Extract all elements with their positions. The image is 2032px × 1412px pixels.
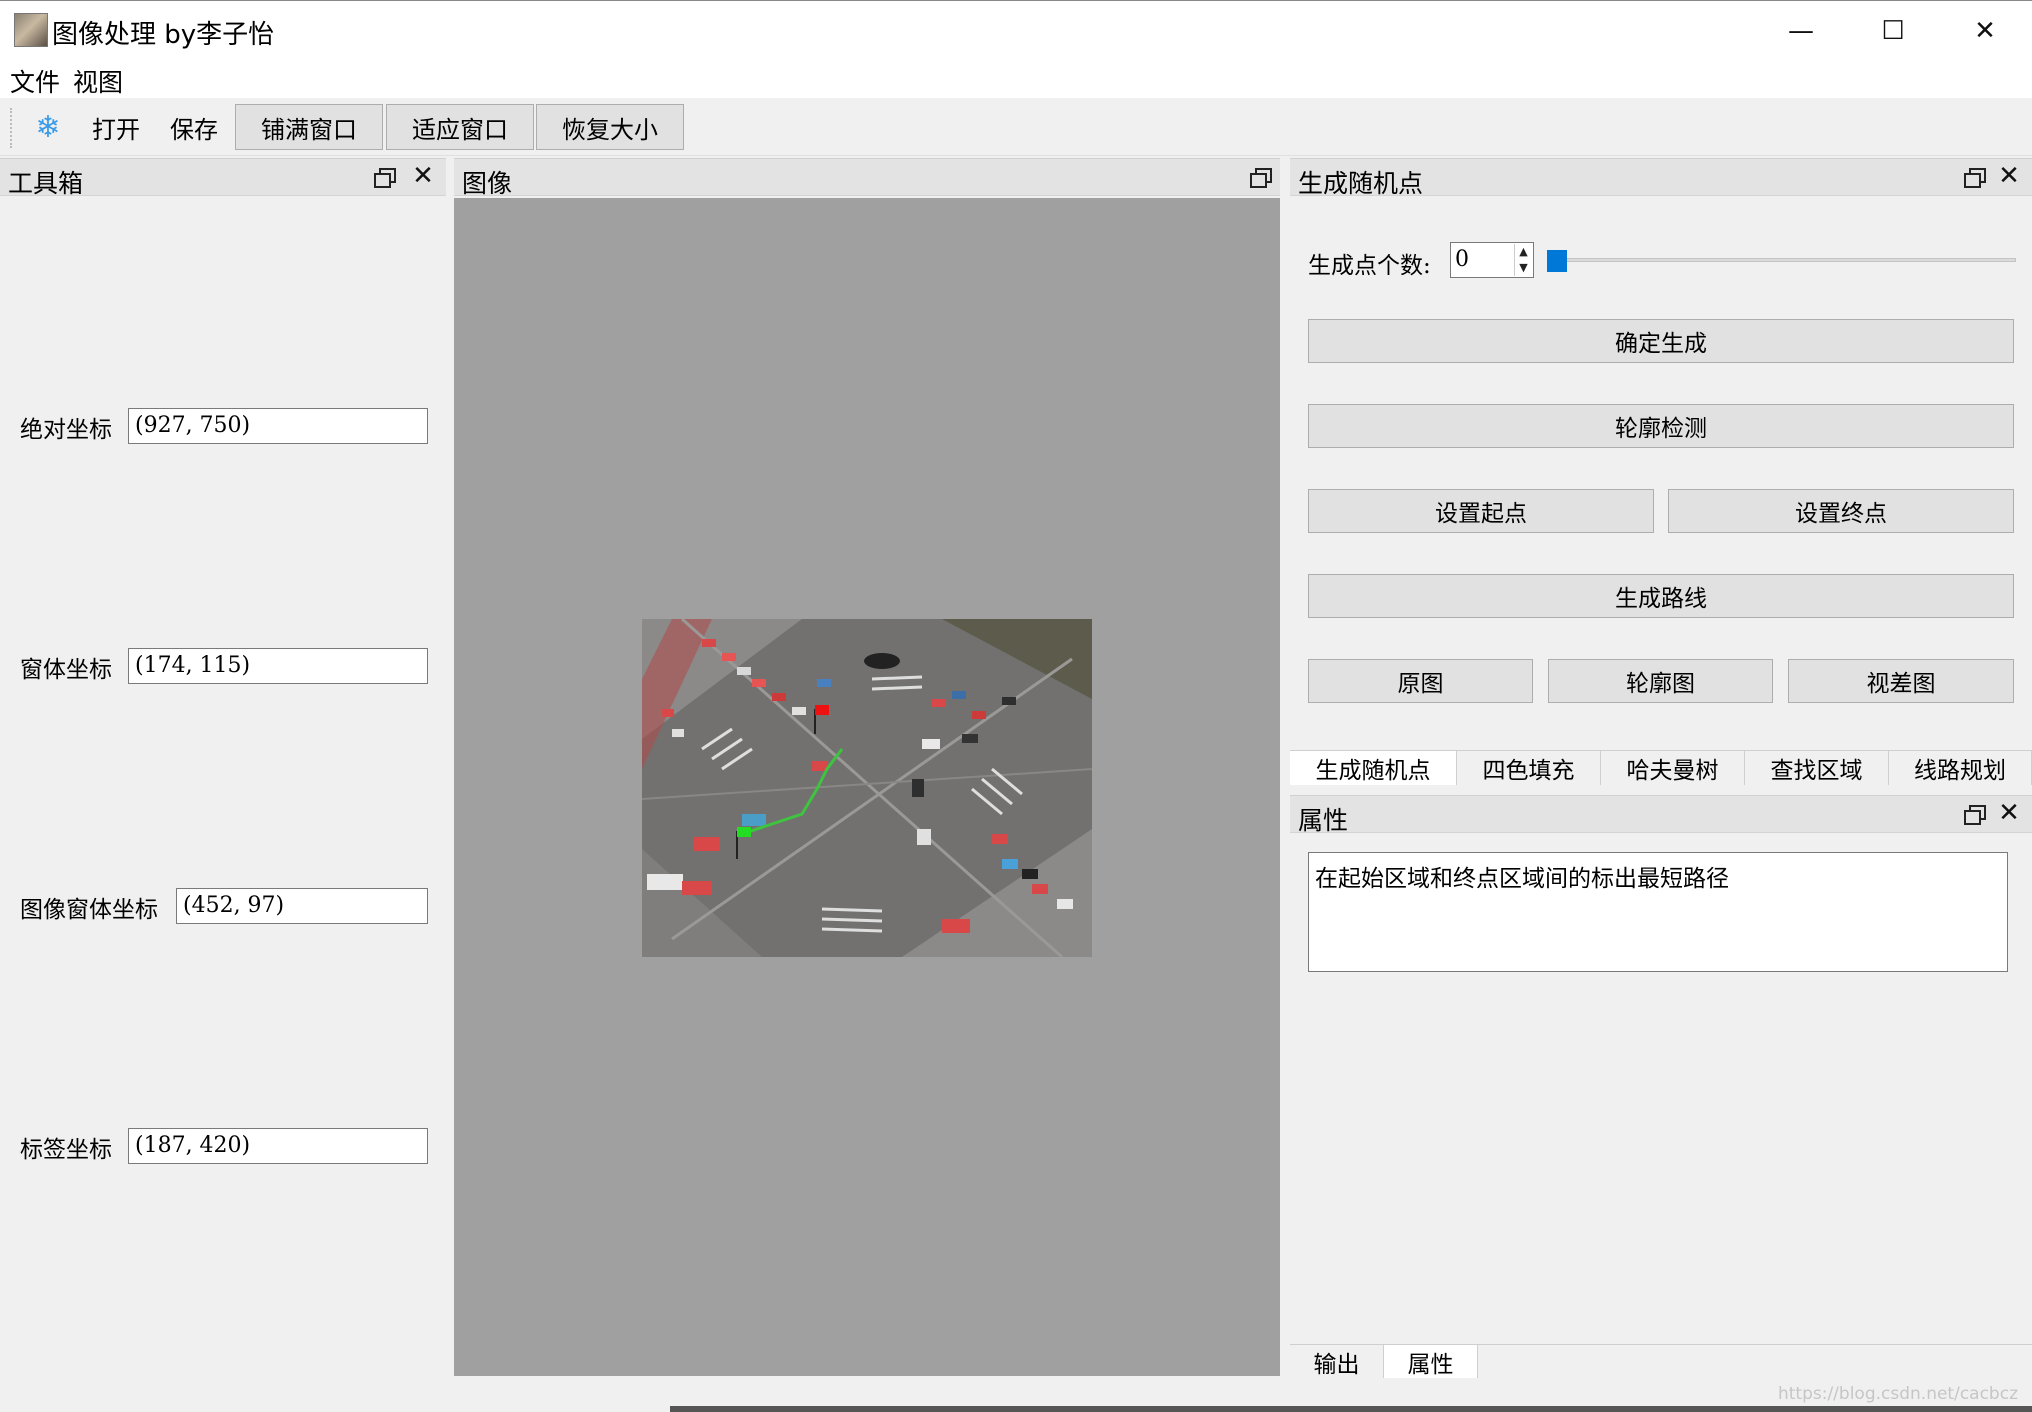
image-titlebar[interactable]: 图像: [454, 158, 1280, 198]
point-count-spinbox[interactable]: 0 ▲ ▼: [1450, 242, 1534, 278]
tab-route-planning[interactable]: 线路规划: [1889, 751, 2032, 785]
bottom-tabs: 输出 属性: [1290, 1344, 2032, 1379]
close-icon[interactable]: ✕: [1996, 161, 2022, 191]
window-coord-label: 窗体坐标: [20, 657, 112, 683]
absolute-coord-label: 绝对坐标: [20, 417, 112, 443]
function-tabs: 生成随机点 四色填充 哈夫曼树 查找区域 线路规划: [1290, 750, 2032, 785]
tab-random-points[interactable]: 生成随机点: [1290, 751, 1457, 785]
image-window-coord-label: 图像窗体坐标: [20, 897, 158, 923]
tab-output[interactable]: 输出: [1290, 1345, 1384, 1379]
point-count-slider[interactable]: [1556, 258, 2016, 262]
contour-detect-button[interactable]: 轮廓检测: [1308, 404, 2014, 448]
properties-title: 属性: [1298, 806, 1349, 835]
properties-dock: 属性 ✕: [1290, 795, 2032, 835]
absolute-coord-field[interactable]: (927, 750): [128, 408, 428, 444]
window-coord-field[interactable]: (174, 115): [128, 648, 428, 684]
save-button[interactable]: 保存: [162, 104, 226, 150]
float-icon[interactable]: [1248, 165, 1272, 189]
label-coord-label: 标签坐标: [20, 1137, 112, 1163]
point-count-label: 生成点个数:: [1308, 253, 1431, 279]
close-icon[interactable]: ✕: [1996, 798, 2022, 828]
app-window: 图像处理 by李子怡 — ☐ ✕ 文件 视图 ❄ 打开 保存 铺满窗口 适应窗口…: [0, 0, 2032, 1412]
close-icon[interactable]: ✕: [410, 161, 436, 191]
close-window-button[interactable]: ✕: [1940, 5, 2030, 57]
properties-titlebar[interactable]: 属性 ✕: [1290, 795, 2032, 835]
float-icon[interactable]: [372, 165, 396, 189]
photo-graphic: [642, 619, 1092, 957]
snowflake-icon[interactable]: ❄: [30, 110, 66, 146]
tab-find-region[interactable]: 查找区域: [1745, 751, 1889, 785]
maximize-button[interactable]: ☐: [1848, 5, 1938, 57]
disparity-image-button[interactable]: 视差图: [1788, 659, 2014, 703]
random-points-titlebar[interactable]: 生成随机点 ✕: [1290, 158, 2032, 198]
fill-window-button[interactable]: 铺满窗口: [235, 104, 383, 150]
toolbar-grip[interactable]: [10, 108, 14, 148]
float-icon[interactable]: [1962, 165, 1986, 189]
float-icon[interactable]: [1962, 802, 1986, 826]
tab-four-color[interactable]: 四色填充: [1457, 751, 1601, 785]
app-icon: [14, 13, 48, 47]
intersection-photo[interactable]: [642, 619, 1092, 957]
window-title: 图像处理 by李子怡: [52, 20, 275, 50]
menu-file[interactable]: 文件: [10, 63, 60, 99]
open-button[interactable]: 打开: [84, 104, 148, 150]
toolbox-titlebar[interactable]: 工具箱 ✕: [0, 158, 446, 198]
fit-window-button[interactable]: 适应窗口: [386, 104, 534, 150]
title-bar: 图像处理 by李子怡 — ☐ ✕: [0, 0, 2032, 60]
generate-route-button[interactable]: 生成路线: [1308, 574, 2014, 618]
label-coord-field[interactable]: (187, 420): [128, 1128, 428, 1164]
properties-description[interactable]: 在起始区域和终点区域间的标出最短路径: [1308, 852, 2008, 972]
contour-image-button[interactable]: 轮廓图: [1548, 659, 1773, 703]
confirm-generate-button[interactable]: 确定生成: [1308, 319, 2014, 363]
spin-down-icon[interactable]: ▼: [1514, 260, 1532, 276]
status-divider: [670, 1406, 2032, 1412]
menu-bar: 文件 视图: [0, 60, 2032, 98]
slider-handle[interactable]: [1547, 250, 1567, 272]
point-count-value: 0: [1455, 247, 1469, 272]
toolbar: ❄ 打开 保存 铺满窗口 适应窗口 恢复大小: [0, 98, 2032, 156]
tab-properties[interactable]: 属性: [1384, 1345, 1478, 1379]
toolbox-dock: 工具箱 ✕: [0, 158, 446, 1378]
random-points-title: 生成随机点: [1298, 169, 1424, 198]
set-end-button[interactable]: 设置终点: [1668, 489, 2014, 533]
spin-up-icon[interactable]: ▲: [1514, 244, 1532, 260]
toolbox-title: 工具箱: [8, 169, 84, 198]
watermark-text: https://blog.csdn.net/cacbcz: [1777, 1384, 2018, 1404]
image-window-coord-field[interactable]: (452, 97): [176, 888, 428, 924]
image-panel-title: 图像: [462, 169, 513, 198]
original-image-button[interactable]: 原图: [1308, 659, 1533, 703]
set-start-button[interactable]: 设置起点: [1308, 489, 1654, 533]
minimize-button[interactable]: —: [1756, 5, 1846, 57]
restore-size-button[interactable]: 恢复大小: [536, 104, 684, 150]
image-dock: 图像: [454, 158, 1280, 198]
random-points-dock: 生成随机点 ✕: [1290, 158, 2032, 198]
menu-view[interactable]: 视图: [73, 63, 123, 99]
tab-huffman[interactable]: 哈夫曼树: [1601, 751, 1745, 785]
